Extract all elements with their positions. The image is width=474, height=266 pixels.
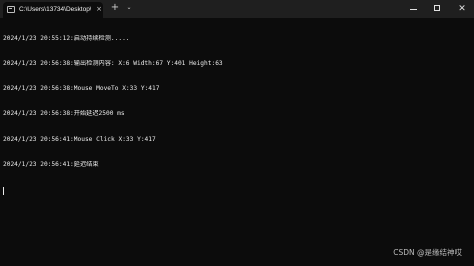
- minimize-button[interactable]: [402, 0, 426, 18]
- tab-close-button[interactable]: ×: [95, 4, 103, 14]
- terminal-icon: [7, 6, 15, 13]
- maximize-button[interactable]: [426, 0, 450, 18]
- tab-dropdown-button[interactable]: ⌄: [124, 3, 134, 13]
- watermark: CSDN @是缘结神哎: [393, 248, 462, 257]
- console-line: 2024/1/23 20:56:41:延迟结束: [3, 160, 99, 168]
- console-line: 2024/1/23 20:55:12:启动持续检测.....: [3, 34, 130, 42]
- maximize-icon: [434, 5, 440, 11]
- console-line: 2024/1/23 20:56:38:Mouse MoveTo X:33 Y:4…: [3, 85, 160, 93]
- close-icon: ✕: [458, 4, 466, 14]
- console-line: 2024/1/23 20:56:38:输出检测内容: X:6 Width:67 …: [3, 60, 223, 68]
- new-tab-button[interactable]: +: [110, 2, 120, 14]
- tab-terminal[interactable]: C:\Users\13734\Desktop\Equi ×: [3, 2, 103, 18]
- console-line: 2024/1/23 20:56:41:Mouse Click X:33 Y:41…: [3, 135, 156, 143]
- console-line: 2024/1/23 20:56:38:开始延迟2500 ms: [3, 110, 125, 118]
- text-cursor: [3, 187, 4, 196]
- console-output[interactable]: 2024/1/23 20:55:12:启动持续检测..... 2024/1/23…: [3, 18, 471, 248]
- minimize-icon: [410, 9, 417, 10]
- tab-title: C:\Users\13734\Desktop\Equi: [19, 6, 91, 13]
- terminal-window: C:\Users\13734\Desktop\Equi × + ⌄ ✕ 2024…: [0, 0, 474, 266]
- title-bar: C:\Users\13734\Desktop\Equi × + ⌄ ✕: [0, 0, 474, 18]
- close-button[interactable]: ✕: [450, 0, 474, 18]
